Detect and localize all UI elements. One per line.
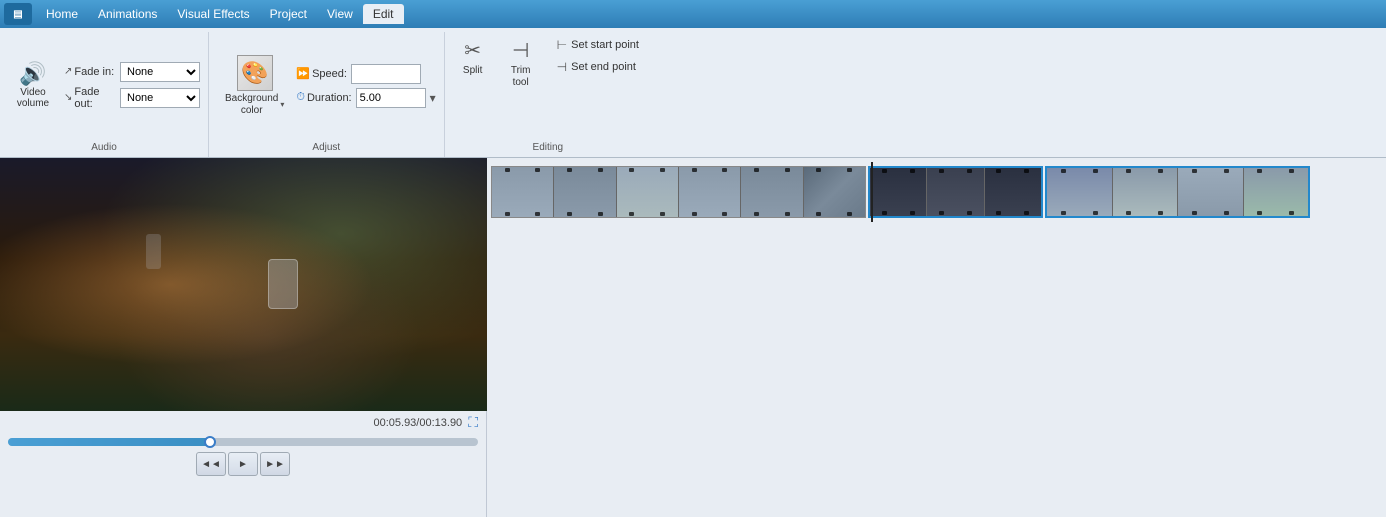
fade-in-select[interactable]: NoneSlowMediumFast: [120, 62, 200, 82]
speed-input[interactable]: [351, 64, 421, 84]
playback-area: ◄◄ ► ►►: [0, 434, 486, 480]
fade-out-label: ↘ Fade out:: [64, 86, 116, 110]
film-strip-3[interactable]: [1045, 166, 1310, 218]
set-end-label: Set end point: [571, 61, 636, 73]
progress-fill: [8, 438, 210, 446]
menu-bar: ▤ Home Animations Visual Effects Project…: [0, 0, 1386, 28]
film-frame-3: [617, 167, 679, 217]
fade-out-icon: ↘: [64, 92, 72, 103]
background-color-arrow: ▾: [280, 100, 284, 109]
app-logo[interactable]: ▤: [4, 3, 32, 25]
film-frame-9: [985, 168, 1041, 216]
ribbon-section-editing: ✂ Split ⊣ Trimtool ⊢ Set start point ⊣ S…: [445, 32, 651, 157]
duration-dropdown[interactable]: ▾: [430, 91, 436, 105]
progress-thumb[interactable]: [204, 436, 216, 448]
set-start-icon: ⊢: [557, 38, 567, 52]
duration-icon: ⏱: [296, 91, 305, 104]
background-color-label: Backgroundcolor: [225, 93, 278, 117]
forward-button[interactable]: ►►: [260, 452, 290, 476]
film-frame-7: [870, 168, 927, 216]
adjust-controls: 🎨 Backgroundcolor ▾ ⏩ Speed: ⏱: [217, 36, 436, 153]
preview-panel: 00:05.93/00:13.90 ⛶ ◄◄ ► ►►: [0, 158, 487, 517]
film-strip-1[interactable]: [491, 166, 866, 218]
timeline-track: [487, 162, 1386, 222]
editing-section-label: Editing: [445, 142, 651, 153]
menu-project[interactable]: Project: [260, 4, 317, 24]
ribbon-section-audio: 🔊 Videovolume ↗ Fade in: NoneSlowMediumF…: [0, 32, 209, 157]
video-preview: [0, 158, 487, 411]
menu-animations[interactable]: Animations: [88, 4, 167, 24]
background-color-button[interactable]: 🎨 Backgroundcolor ▾: [217, 51, 292, 121]
time-display-row: 00:05.93/00:13.90 ⛶: [0, 411, 486, 434]
forward-icon: ►►: [265, 459, 285, 470]
fade-controls: ↗ Fade in: NoneSlowMediumFast ↘ Fade out…: [64, 62, 200, 110]
set-start-label: Set start point: [571, 39, 639, 51]
fade-in-label: ↗ Fade in:: [64, 66, 116, 78]
menu-edit[interactable]: Edit: [363, 4, 404, 24]
video-frame: [0, 158, 487, 411]
playback-buttons: ◄◄ ► ►►: [8, 452, 478, 476]
menu-view[interactable]: View: [317, 4, 363, 24]
fade-out-select[interactable]: NoneSlowMediumFast: [120, 88, 200, 108]
duration-input[interactable]: [356, 88, 426, 108]
background-color-icon: 🎨: [237, 55, 273, 91]
film-frame-1: [492, 167, 554, 217]
duration-row: ⏱ Duration: ▾: [296, 88, 435, 108]
play-button[interactable]: ►: [228, 452, 258, 476]
ribbon-section-adjust: 🎨 Backgroundcolor ▾ ⏩ Speed: ⏱: [209, 32, 445, 157]
play-icon: ►: [238, 459, 248, 470]
volume-icon: 🔊: [19, 63, 46, 85]
menu-visual-effects[interactable]: Visual Effects: [167, 4, 259, 24]
video-volume-label: Videovolume: [17, 87, 49, 109]
timeline-cursor: [871, 162, 873, 222]
speed-row: ⏩ Speed:: [296, 64, 421, 84]
set-points: ⊢ Set start point ⊣ Set end point: [553, 36, 643, 76]
trim-icon: ⊣: [512, 38, 529, 63]
fade-out-row: ↘ Fade out: NoneSlowMediumFast: [64, 86, 200, 110]
speed-icon: ⏩: [296, 67, 310, 80]
set-end-point-button[interactable]: ⊣ Set end point: [553, 58, 643, 76]
film-frame-11: [1113, 168, 1179, 216]
film-frame-10: [1047, 168, 1113, 216]
expand-icon[interactable]: ⛶: [468, 414, 478, 431]
split-icon: ✂: [464, 38, 481, 63]
film-frame-2: [554, 167, 616, 217]
film-frame-12: [1178, 168, 1244, 216]
progress-bar[interactable]: [8, 438, 478, 446]
audio-section-label: Audio: [0, 142, 208, 153]
speed-duration-controls: ⏩ Speed: ⏱ Duration: ▾: [296, 64, 435, 108]
film-strip-2[interactable]: [868, 166, 1043, 218]
duration-label: ⏱ Duration:: [296, 91, 351, 104]
film-frame-8: [927, 168, 984, 216]
film-frame-4: [679, 167, 741, 217]
speed-label: ⏩ Speed:: [296, 67, 347, 80]
fade-in-row: ↗ Fade in: NoneSlowMediumFast: [64, 62, 200, 82]
rewind-icon: ◄◄: [201, 459, 221, 470]
split-label: Split: [463, 65, 482, 77]
film-frame-13: [1244, 168, 1309, 216]
film-frame-5: [741, 167, 803, 217]
editing-controls: ✂ Split ⊣ Trimtool ⊢ Set start point ⊣ S…: [453, 36, 643, 109]
trim-tool-button[interactable]: ⊣ Trimtool: [501, 36, 541, 91]
set-end-icon: ⊣: [557, 60, 567, 74]
video-volume-button[interactable]: 🔊 Videovolume: [8, 61, 58, 111]
adjust-section-label: Adjust: [209, 142, 444, 153]
time-display: 00:05.93/00:13.90: [373, 417, 462, 429]
menu-home[interactable]: Home: [36, 4, 88, 24]
film-frame-6: [804, 167, 865, 217]
set-start-point-button[interactable]: ⊢ Set start point: [553, 36, 643, 54]
main-area: 00:05.93/00:13.90 ⛶ ◄◄ ► ►►: [0, 158, 1386, 517]
rewind-button[interactable]: ◄◄: [196, 452, 226, 476]
trim-label: Trimtool: [511, 65, 531, 89]
timeline-panel: [487, 158, 1386, 517]
split-button[interactable]: ✂ Split: [453, 36, 493, 79]
audio-controls: 🔊 Videovolume ↗ Fade in: NoneSlowMediumF…: [8, 36, 200, 153]
fade-in-icon: ↗: [64, 66, 72, 77]
ribbon: 🔊 Videovolume ↗ Fade in: NoneSlowMediumF…: [0, 28, 1386, 158]
